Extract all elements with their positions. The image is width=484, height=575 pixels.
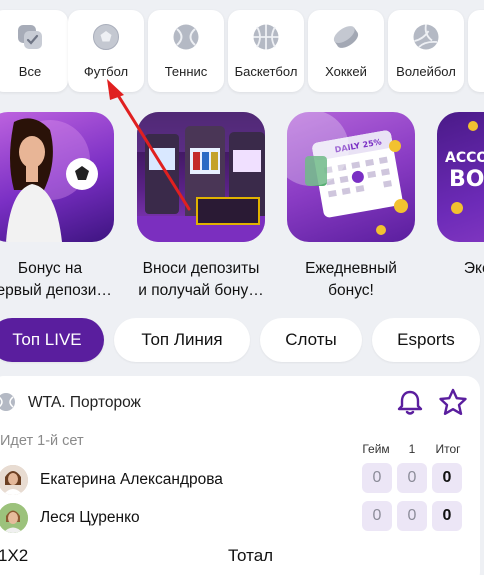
- bell-icon[interactable]: [396, 388, 424, 416]
- score-games: 0: [362, 463, 392, 493]
- match-status: Идет 1-й сет: [0, 433, 84, 449]
- tab-esports[interactable]: Esports: [372, 318, 480, 362]
- column-header-games: Гейм: [362, 442, 390, 456]
- column-header-set: 1: [408, 442, 416, 456]
- market-total-header: Тотал: [228, 546, 274, 565]
- league-header: WTA. Порторож: [0, 382, 484, 422]
- section-tabs: Топ LIVE Топ Линия Слоты Esports: [0, 318, 484, 364]
- tennis-ball-icon: [0, 393, 15, 411]
- tab-top-line[interactable]: Топ Линия: [114, 318, 250, 362]
- column-header-total: Итог: [435, 442, 461, 456]
- star-icon[interactable]: [438, 388, 468, 416]
- player-photo: [0, 503, 28, 533]
- market-1x2-header: 1X2: [0, 546, 29, 565]
- tab-slots[interactable]: Слоты: [260, 318, 362, 362]
- tab-top-live[interactable]: Топ LIVE: [0, 318, 104, 362]
- player-avatar: [0, 465, 28, 495]
- score-set: 0: [397, 463, 427, 493]
- player-name: Леся Цуренко: [40, 509, 140, 526]
- player-row: Леся Цуренко 0 0 0: [0, 501, 484, 535]
- league-name: WTA. Порторож: [28, 394, 141, 411]
- player-avatar: [0, 503, 28, 533]
- score-total: 0: [432, 463, 462, 493]
- player-row: Екатерина Александрова 0 0 0: [0, 463, 484, 497]
- score-total: 0: [432, 501, 462, 531]
- score-games: 0: [362, 501, 392, 531]
- score-set: 0: [397, 501, 427, 531]
- player-photo: [0, 465, 28, 495]
- player-name: Екатерина Александрова: [40, 471, 223, 488]
